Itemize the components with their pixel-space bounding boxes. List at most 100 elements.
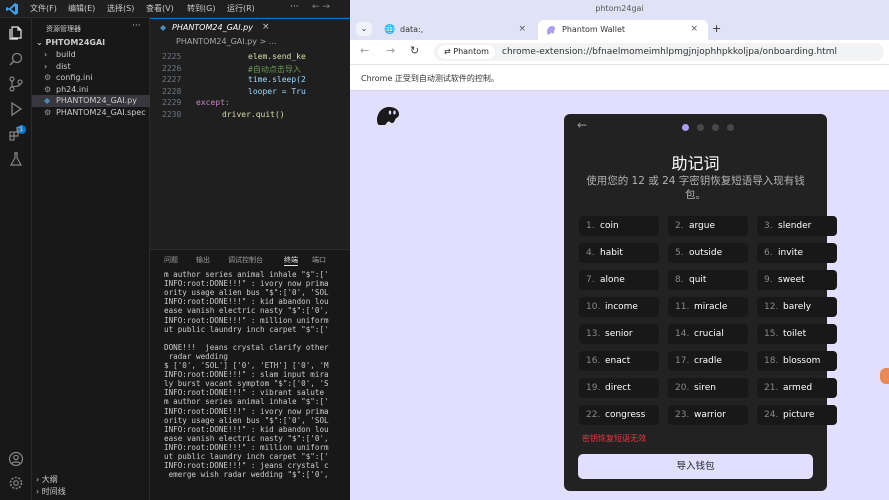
close-icon[interactable]: × <box>518 24 526 34</box>
seed-word-field[interactable]: 6. invite <box>757 243 837 263</box>
seed-word-text: barely <box>783 302 812 312</box>
terminal-line: ease vanish electric nasty "$":['0', <box>164 306 329 316</box>
menu-item[interactable]: 转到(G) <box>187 3 215 14</box>
seed-word-field[interactable]: 20. siren <box>668 378 748 398</box>
explorer-more-button[interactable]: ··· <box>132 21 141 31</box>
browser-tab-phantom[interactable]: Phantom Wallet × <box>538 20 708 40</box>
chrome-window: phtom24gai ⌄ 🌐 data:, × Phantom Wallet ×… <box>350 0 889 500</box>
extension-popup-handle[interactable] <box>880 368 889 384</box>
seed-word-field[interactable]: 24. picture <box>757 405 837 425</box>
site-info-chip[interactable]: ⇄ Phantom <box>438 45 495 59</box>
back-arrow-icon[interactable]: ← <box>360 44 369 57</box>
line-number: 2229 <box>162 98 182 107</box>
breadcrumb[interactable]: PHANTOM24_GAI.py > ... <box>150 37 350 49</box>
project-folder[interactable]: ⌄ PHTOM24GAI <box>36 38 105 47</box>
source-control-icon[interactable] <box>8 76 24 92</box>
menu-item[interactable]: 文件(F) <box>30 3 57 14</box>
close-icon[interactable]: × <box>690 24 698 34</box>
seed-word-number: 24. <box>764 410 779 420</box>
tree-folder[interactable]: › dist <box>32 61 150 73</box>
new-tab-button[interactable]: + <box>712 22 721 35</box>
terminal-line: INFO:root:DONE!!!" : kid abandon lou <box>164 297 329 307</box>
menu-item[interactable]: 运行(R) <box>227 3 255 14</box>
address-bar[interactable]: ⇄ Phantom chrome-extension://bfnaelmomei… <box>434 43 884 61</box>
seed-word-number: 14. <box>675 329 690 339</box>
seed-word-field[interactable]: 16. enact <box>579 351 659 371</box>
code-text: elem.send_ke <box>248 52 306 61</box>
search-icon[interactable] <box>8 51 24 67</box>
code-editor[interactable]: 2225 elem.send_ke 2226 #自动点击导入 2227 time.slee… <box>150 49 350 249</box>
tab-search-button[interactable]: ⌄ <box>356 22 372 36</box>
forward-arrow-icon[interactable]: → <box>386 44 395 57</box>
seed-word-field[interactable]: 19. direct <box>579 378 659 398</box>
code-line: 2228 looper = Tru <box>150 87 350 98</box>
seed-word-field[interactable]: 4. habit <box>579 243 659 263</box>
tree-item-label: dist <box>56 61 71 71</box>
tree-file[interactable]: ◆ PHANTOM24_GAI.py <box>32 95 150 108</box>
seed-word-field[interactable]: 8. quit <box>668 270 748 290</box>
back-forward-icon[interactable]: ← → <box>312 2 330 12</box>
explorer-files-icon[interactable] <box>8 25 24 41</box>
menu-item[interactable]: 选择(S) <box>107 3 134 14</box>
terminal-output[interactable]: m author series animal inhale "$":[' INFO… <box>164 270 350 500</box>
timeline-section[interactable]: › 时间线 <box>36 486 66 497</box>
extensions-icon[interactable] <box>8 126 24 142</box>
browser-tab-data[interactable]: 🌐 data:, × <box>376 20 536 40</box>
seed-word-field[interactable]: 5. outside <box>668 243 748 263</box>
terminal-line: radar wedding <box>164 351 229 361</box>
seed-word-field[interactable]: 14. crucial <box>668 324 748 344</box>
chrome-toolbar: ← → ↻ ⇄ Phantom chrome-extension://bfnae… <box>350 40 889 64</box>
run-debug-icon[interactable] <box>8 101 24 117</box>
import-wallet-button[interactable]: 导入钱包 <box>578 454 813 479</box>
seed-word-field[interactable]: 22. congress <box>579 405 659 425</box>
editor-tab-active[interactable]: ◆ PHANTOM24_GAI.py × <box>150 18 350 37</box>
seed-word-field[interactable]: 18. blossom <box>757 351 837 371</box>
menu-item[interactable]: 查看(V) <box>146 3 174 14</box>
seed-word-number: 22. <box>586 410 601 420</box>
seed-word-field[interactable]: 17. cradle <box>668 351 748 371</box>
chevron-down-icon: ⌄ <box>36 38 46 47</box>
page-subtitle: 使用您的 12 或 24 字密钥恢复短语导入现有钱包。 <box>586 175 805 201</box>
seed-word-number: 13. <box>586 329 601 339</box>
terminal-line: ut public laundry inch carpet "$":[' <box>164 324 329 334</box>
seed-word-number: 18. <box>764 356 779 366</box>
panel-tab[interactable]: 端口 <box>312 255 326 265</box>
seed-word-field[interactable]: 1. coin <box>579 216 659 236</box>
reload-icon[interactable]: ↻ <box>410 44 419 57</box>
tree-file[interactable]: ⚙ config.ini <box>32 72 150 84</box>
browser-tab-label: data:, <box>400 25 424 34</box>
seed-word-field[interactable]: 15. toilet <box>757 324 837 344</box>
settings-gear-icon[interactable] <box>8 475 24 491</box>
seed-word-field[interactable]: 10. income <box>579 297 659 317</box>
tree-file[interactable]: ⚙ ph24.ini <box>32 84 150 96</box>
seed-word-field[interactable]: 2. argue <box>668 216 748 236</box>
panel-tab[interactable]: 输出 <box>196 255 210 265</box>
seed-word-number: 5. <box>675 248 684 258</box>
seed-word-field[interactable]: 21. armed <box>757 378 837 398</box>
tree-file[interactable]: ⚙ PHANTOM24_GAI.spec <box>32 107 150 119</box>
vscode-logo-icon <box>6 3 18 15</box>
close-icon[interactable]: × <box>262 22 270 32</box>
terminal-line: m author series animal inhale "$":[' <box>164 397 329 407</box>
phantom-onboarding-page: ← 助记词 使用您的 12 或 24 字密钥恢复短语导入现有钱包。 1. coin… <box>350 91 889 500</box>
testing-flask-icon[interactable] <box>8 151 24 167</box>
tree-item-label: PHANTOM24_GAI.py <box>56 96 137 106</box>
panel-tab[interactable]: 终端 <box>284 255 298 266</box>
seed-word-field[interactable]: 7. alone <box>579 270 659 290</box>
seed-word-field[interactable]: 13. senior <box>579 324 659 344</box>
account-icon[interactable] <box>8 451 24 467</box>
seed-word-field[interactable]: 3. slender <box>757 216 837 236</box>
tree-folder[interactable]: › build <box>32 49 150 61</box>
panel-tab[interactable]: 调试控制台 <box>228 255 263 265</box>
menu-item[interactable]: 编辑(E) <box>68 3 95 14</box>
seed-word-field[interactable]: 11. miracle <box>668 297 748 317</box>
outline-section[interactable]: › 大纲 <box>36 474 58 485</box>
panel-tab[interactable]: 问题 <box>164 255 178 265</box>
line-number: 2226 <box>162 63 182 73</box>
seed-word-text: invite <box>778 248 804 258</box>
seed-word-field[interactable]: 23. warrior <box>668 405 748 425</box>
menu-overflow-button[interactable]: ··· <box>290 2 299 12</box>
back-arrow-icon[interactable]: ← <box>577 118 587 132</box>
seed-word-field[interactable]: 9. sweet <box>757 270 837 290</box>
seed-word-field[interactable]: 12. barely <box>757 297 837 317</box>
